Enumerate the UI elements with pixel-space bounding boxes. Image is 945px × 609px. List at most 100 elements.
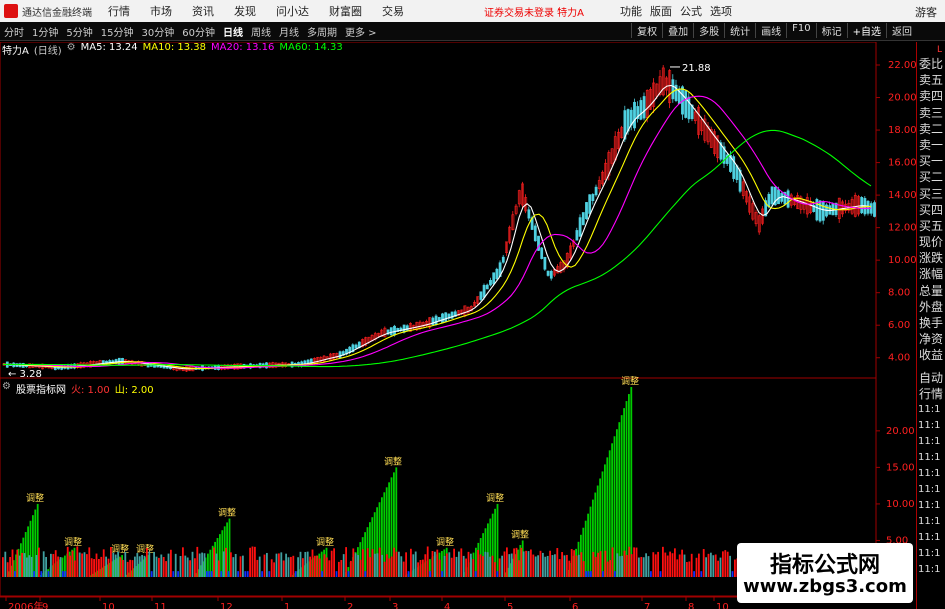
- f10-button[interactable]: F10: [786, 23, 815, 38]
- indicator-bar-base: [501, 555, 503, 577]
- indicator-bar-base: [189, 560, 191, 577]
- indicator-bar-base: [734, 559, 736, 577]
- more-button[interactable]: 更多 >: [341, 24, 381, 39]
- menu-market[interactable]: 市场: [150, 3, 172, 19]
- period-15min[interactable]: 15分钟: [97, 24, 138, 39]
- indicator-bar-base: [486, 552, 489, 577]
- kline-chart[interactable]: 22.0020.0018.0016.0014.0012.0010.008.006…: [0, 42, 917, 609]
- indicator-bar-base: [700, 571, 703, 577]
- menu-wealth[interactable]: 财富圈: [329, 3, 362, 19]
- candle-body: [495, 268, 499, 280]
- x-tick-label: 10: [716, 602, 729, 609]
- indicator-bar-base: [2, 557, 4, 577]
- overlay-button[interactable]: 叠加: [662, 23, 693, 38]
- indicator-bar-base: [182, 547, 184, 577]
- indicator-tick-label: 15.00: [886, 462, 915, 473]
- indicator-bar-base: [417, 562, 419, 577]
- indicator-bar-up: [496, 503, 499, 577]
- indicator-bar-base: [227, 571, 230, 577]
- menu-quotes[interactable]: 行情: [108, 3, 130, 19]
- indicator-bar-base: [386, 554, 388, 577]
- indicator-bar-base: [88, 547, 91, 577]
- sidebar-auto[interactable]: 自动: [917, 370, 945, 386]
- sidebar-market[interactable]: 行情: [917, 386, 945, 402]
- guest-label[interactable]: 游客: [915, 4, 937, 20]
- indicator-bar-base: [712, 555, 715, 577]
- indicator-bar-base: [26, 557, 28, 577]
- indicator-bar-base: [47, 571, 50, 577]
- menu-bar: 通达信金融终端 行情 市场 资讯 发现 问小达 财富圈 交易 证券交易未登录 特…: [0, 0, 945, 23]
- indicator-bar-base: [381, 554, 383, 577]
- period-30min[interactable]: 30分钟: [137, 24, 178, 39]
- period-1min[interactable]: 1分钟: [28, 24, 62, 39]
- indicator-bar-base: [268, 571, 271, 577]
- indicator-bar-base: [11, 549, 14, 577]
- indicator-bar-base: [347, 571, 350, 577]
- back-button[interactable]: 返回: [886, 23, 917, 38]
- indicator-bar-base: [393, 547, 395, 577]
- menu-discover[interactable]: 发现: [234, 3, 256, 19]
- menu-layout[interactable]: 版面: [650, 3, 672, 19]
- sidebar-corner: L: [936, 45, 942, 55]
- period-multi[interactable]: 多周期: [303, 24, 341, 39]
- indicator-bar-base: [710, 552, 712, 577]
- indicator-bar-base: [287, 557, 290, 577]
- period-week[interactable]: 周线: [247, 24, 275, 39]
- indicator-bar-base: [714, 554, 717, 577]
- sidebar-sell3: 卖三: [919, 105, 944, 120]
- sidebar-buy2: 买二: [919, 170, 944, 185]
- draw-button[interactable]: 画线: [755, 23, 786, 38]
- candle-body: [821, 201, 825, 221]
- period-5min[interactable]: 5分钟: [62, 24, 96, 39]
- multi-stock-button[interactable]: 多股: [693, 23, 724, 38]
- indicator-bar-base: [354, 553, 357, 577]
- indicator-bar-base: [122, 559, 124, 577]
- candle-body: [818, 200, 822, 222]
- indicator-bar-base: [328, 560, 331, 577]
- x-tick-label: 8: [688, 602, 694, 609]
- indicator-bar-base: [460, 548, 463, 577]
- indicator-bar-base: [374, 553, 376, 577]
- indicator-bar-base: [160, 554, 163, 577]
- indicator-bar-base: [280, 552, 283, 577]
- menu-trade[interactable]: 交易: [382, 3, 404, 19]
- indicator-bar-base: [654, 554, 657, 577]
- stats-button[interactable]: 统计: [724, 23, 755, 38]
- period-60min[interactable]: 60分钟: [178, 24, 219, 39]
- mark-button[interactable]: 标记: [815, 23, 847, 38]
- adjust-button[interactable]: 复权: [631, 23, 662, 38]
- candle-body: [671, 79, 675, 100]
- menu-options[interactable]: 选项: [710, 3, 732, 19]
- candle-body: [588, 194, 592, 214]
- period-day[interactable]: 日线: [219, 24, 247, 39]
- menu-news[interactable]: 资讯: [192, 3, 214, 19]
- sidebar-sell2: 卖二: [919, 121, 944, 136]
- indicator-bar-base: [719, 557, 722, 577]
- indicator-bar-base: [573, 550, 575, 577]
- indicator-bar-base: [698, 553, 700, 577]
- candle-body: [585, 202, 588, 220]
- indicator-bar-base: [340, 559, 343, 577]
- indicator-bar-base: [376, 553, 379, 577]
- indicator-bar-base: [71, 550, 74, 577]
- indicator-bar-base: [554, 554, 556, 577]
- indicator-bar-base: [42, 551, 45, 577]
- menu-function[interactable]: 功能: [620, 3, 642, 19]
- indicator-bar-base: [16, 549, 19, 577]
- indicator-bar-base: [395, 551, 398, 577]
- add-favorite-button[interactable]: +自选: [846, 23, 886, 38]
- indicator-bar-base: [618, 556, 621, 577]
- indicator-bar-base: [702, 549, 705, 577]
- menu-ask[interactable]: 问小达: [276, 3, 309, 19]
- adjust-label: 调整: [218, 507, 236, 519]
- login-warning[interactable]: 证券交易未登录 特力A: [484, 4, 584, 19]
- menu-formula[interactable]: 公式: [680, 3, 702, 19]
- candle-body: [543, 256, 547, 270]
- candle-body: [581, 212, 585, 226]
- period-tick[interactable]: 分时: [0, 24, 28, 39]
- indicator-bar-base: [400, 556, 403, 577]
- indicator-bar-base: [239, 556, 242, 577]
- price-tick-label: 14.00: [888, 190, 917, 201]
- period-month[interactable]: 月线: [275, 24, 303, 39]
- indicator-bar-base: [177, 571, 179, 577]
